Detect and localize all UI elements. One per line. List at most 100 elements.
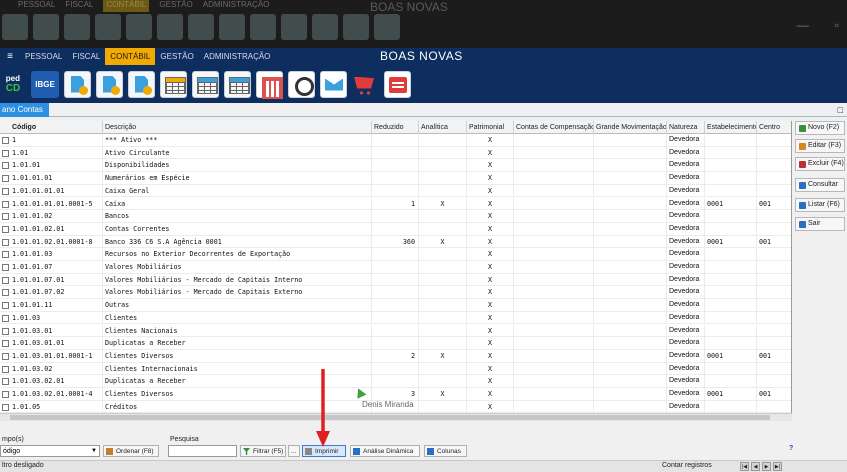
cell-reduzido: [372, 286, 419, 300]
table-row[interactable]: 1.01.01.07.01 Valores Mobiliários - Merca…: [0, 273, 791, 287]
calendar-icon[interactable]: [256, 70, 283, 99]
table-row[interactable]: 1.01.03.01.01 Duplicatas a Receber X Devedo…: [0, 337, 791, 350]
side-button-3[interactable]: Consultar: [795, 178, 845, 192]
table-row[interactable]: 1.01.01 Disponibilidades X Devedora: [0, 159, 791, 173]
hamburger-icon[interactable]: ≡: [0, 51, 20, 62]
table-row[interactable]: 1.01.03 Clientes X Devedora: [0, 311, 791, 325]
cell-natureza: Devedora: [667, 311, 705, 325]
cell-patrimonial: X: [467, 311, 514, 325]
next-record-button[interactable]: ▶: [762, 462, 771, 471]
colunas-button[interactable]: Colunas: [424, 445, 467, 457]
new-icon: [799, 124, 806, 132]
cell-grande-movimentacao: [594, 362, 667, 376]
cell-descricao: *** Ativo ***: [103, 134, 372, 147]
cell-estabelecimento: [705, 184, 757, 198]
cell-natureza: Devedora: [667, 286, 705, 300]
table-row[interactable]: 1.01.01.01.01.0001-5 Caixa 1 X X Devedora 0001…: [0, 197, 791, 211]
column-header-natureza[interactable]: Natureza: [667, 121, 705, 134]
ibge-icon[interactable]: IBGE: [31, 70, 59, 98]
restore-icon[interactable]: □: [838, 103, 843, 117]
column-header-compensacao[interactable]: Contas de Compensação: [514, 121, 594, 134]
tab-plano-contas[interactable]: ano Contas: [0, 103, 49, 117]
analise-dinamica-button[interactable]: Análise Dinâmica: [350, 445, 420, 457]
document-icon[interactable]: [64, 70, 91, 98]
ghost-icon: [64, 14, 90, 40]
ghost-icon: [157, 14, 183, 40]
prev-record-button[interactable]: ◀: [751, 462, 760, 471]
table-row[interactable]: 1 *** Ativo *** X Devedora: [0, 134, 791, 147]
menu-fiscal[interactable]: FISCAL: [67, 48, 105, 65]
cell-compensacao: [514, 261, 594, 274]
side-button-1[interactable]: Editar (F3): [795, 139, 845, 153]
cell-codigo: 1.01.01.02: [0, 210, 103, 223]
table-row[interactable]: 1.01.01.02.01 Contas Correntes X Devedora: [0, 222, 791, 236]
grid-search-icon[interactable]: [224, 70, 251, 98]
table-row[interactable]: 1.01.01.07 Valores Mobiliários X Devedora: [0, 261, 791, 274]
cell-analitica: [419, 146, 467, 160]
table-row[interactable]: 1.01.01.03 Recursos no Exterior Decorrent…: [0, 248, 791, 261]
cell-codigo: 1.01.01.07.02: [0, 286, 103, 300]
background-window: PESSOAL FISCAL CONTÁBIL GESTÃO ADMINISTR…: [0, 0, 847, 48]
column-header-codigo[interactable]: Código: [0, 121, 103, 134]
pesquisa-input[interactable]: [168, 445, 237, 457]
campo-select[interactable]: ódigo ▼: [0, 445, 100, 457]
contar-registros-button[interactable]: Contar registros: [662, 462, 712, 469]
column-header-reduzido[interactable]: Reduzido: [372, 121, 419, 134]
column-header-descricao[interactable]: Descrição: [103, 121, 372, 134]
accounts-grid[interactable]: Código Descrição Reduzido Analítica Patr…: [0, 121, 792, 413]
side-button-4[interactable]: Listar (F6): [795, 198, 845, 212]
cell-centro: [757, 312, 791, 325]
table-row[interactable]: 1.01.01.01 Numerários em Espécie X Devedora: [0, 172, 791, 185]
menu-pessoal[interactable]: PESSOAL: [20, 48, 67, 65]
pivot-icon: [353, 448, 360, 455]
table-row[interactable]: 1.01.03.02 Clientes Internacionais X Devedo…: [0, 362, 791, 376]
table-row[interactable]: 1.01.03.02.01.0001-4 Clientes Diversos 3 X X…: [0, 388, 791, 401]
exit-icon: [799, 220, 806, 228]
column-header-patrimonial[interactable]: Patrimonial: [467, 121, 514, 134]
cell-codigo: 1.01.01: [0, 159, 103, 173]
cell-natureza: Devedora: [667, 146, 705, 160]
table-row[interactable]: 1.01.03.01.01.0001-1 Clientes Diversos 2 X X…: [0, 349, 791, 363]
table-row[interactable]: 1.01.03.02.01 Duplicatas a Receber X Devedo…: [0, 375, 791, 388]
cash-register-icon[interactable]: [384, 70, 411, 98]
menu-contabil[interactable]: CONTÁBIL: [105, 48, 156, 65]
grid-icon[interactable]: [160, 70, 187, 98]
more-options-button[interactable]: ...: [288, 445, 300, 457]
envelope-icon[interactable]: [320, 70, 347, 98]
cell-descricao: Clientes Diversos: [103, 349, 372, 363]
table-row[interactable]: 1.01.01.07.02 Valores Mobiliários - Merca…: [0, 286, 791, 300]
cell-analitica: [419, 286, 467, 300]
grid-icon[interactable]: [192, 70, 219, 98]
column-header-estabelecimento[interactable]: Estabelecimento: [705, 121, 757, 134]
cart-icon[interactable]: [352, 71, 379, 98]
cell-centro: [757, 375, 791, 388]
cell-estabelecimento: [705, 299, 757, 312]
document-icon[interactable]: [96, 70, 123, 98]
filtrar-button[interactable]: Filtrar (F5): [240, 445, 286, 457]
table-row[interactable]: 1.01.01.01.01 Caixa Geral X Devedora: [0, 184, 791, 198]
imprimir-label: Imprimir: [315, 448, 339, 455]
table-row[interactable]: 1.01.01.02 Bancos X Devedora: [0, 210, 791, 223]
sped-icon[interactable]: ped CD: [0, 69, 26, 99]
table-row[interactable]: 1.01 Ativo Circulante X Devedora: [0, 146, 791, 160]
column-header-analitica[interactable]: Analítica: [419, 121, 467, 134]
column-header-grande-movimentacao[interactable]: Grande Movimentação: [594, 121, 667, 134]
last-record-button[interactable]: ▶|: [773, 462, 782, 471]
table-row[interactable]: 1.01.01.02.01.0001-8 Banco 336 C6 S.A Agê…: [0, 235, 791, 249]
menu-gestao[interactable]: GESTÃO: [155, 48, 198, 65]
clock-icon[interactable]: [288, 70, 315, 98]
document-icon[interactable]: [128, 70, 155, 98]
column-header-centro[interactable]: Centro: [757, 121, 791, 134]
horizontal-scrollbar[interactable]: [0, 413, 792, 421]
side-button-2[interactable]: Excluir (F4): [795, 157, 845, 171]
ordenar-button[interactable]: Ordenar (F8): [103, 445, 159, 457]
side-button-5[interactable]: Sair: [795, 217, 845, 231]
minimize-icon: —: [796, 18, 809, 32]
table-row[interactable]: 1.01.03.01 Clientes Nacionais X Devedora: [0, 324, 791, 338]
help-icon[interactable]: ?: [789, 445, 793, 452]
scrollbar-thumb[interactable]: [10, 415, 770, 420]
menu-administracao[interactable]: ADMINISTRAÇÃO: [199, 48, 276, 65]
table-row[interactable]: 1.01.01.11 Outras X Devedora: [0, 299, 791, 312]
side-button-0[interactable]: Novo (F2): [795, 121, 845, 135]
first-record-button[interactable]: |◀: [740, 462, 749, 471]
